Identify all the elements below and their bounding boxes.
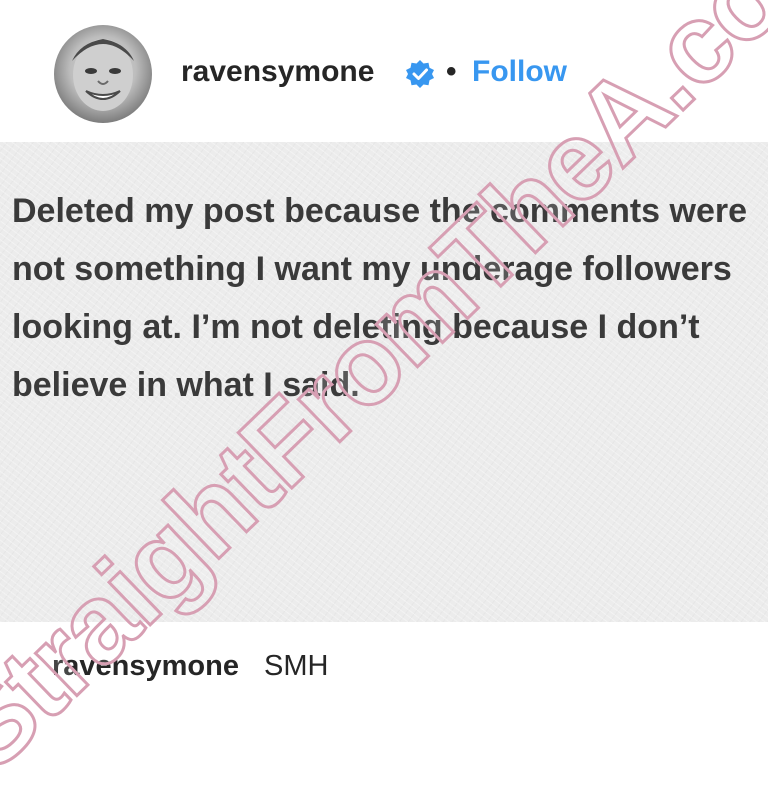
- follow-button[interactable]: Follow: [472, 55, 567, 89]
- caption-username[interactable]: ravensymone: [52, 650, 239, 683]
- avatar-portrait-icon: [72, 39, 134, 111]
- separator-dot: •: [446, 55, 457, 88]
- caption: ravensymone SMH: [0, 622, 768, 711]
- post-text: Deleted my post because the comments wer…: [12, 192, 748, 404]
- post-image: Deleted my post because the comments wer…: [0, 142, 768, 622]
- post-header: ravensymone • Follow: [0, 0, 768, 142]
- caption-text: SMH: [264, 650, 329, 682]
- verified-badge-icon: [406, 60, 434, 88]
- username[interactable]: ravensymone: [181, 55, 374, 89]
- avatar[interactable]: [54, 25, 152, 123]
